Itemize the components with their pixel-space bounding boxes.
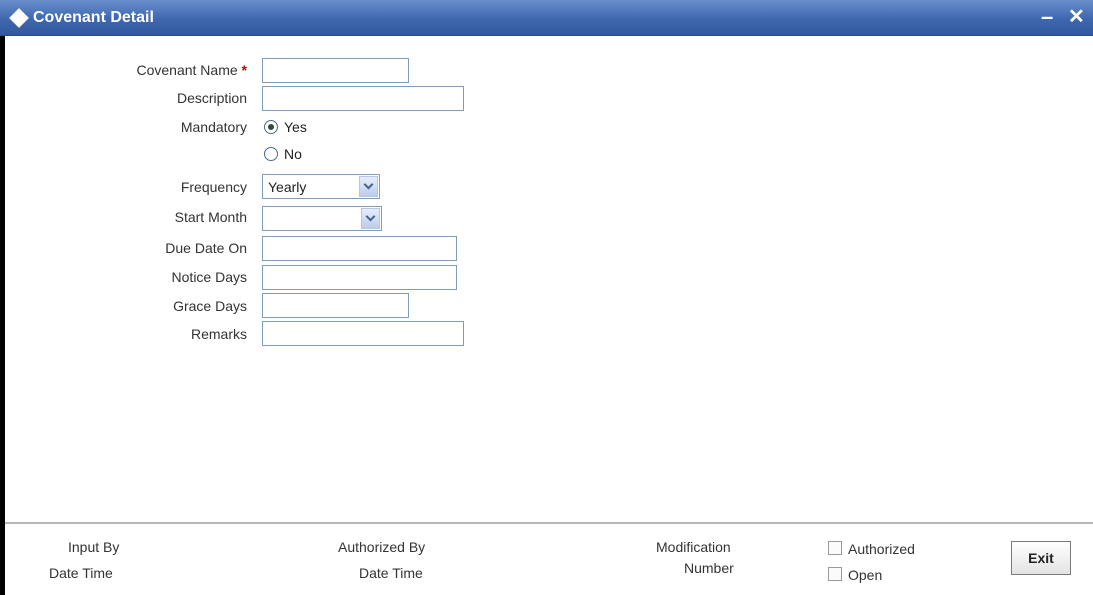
notice-days-input[interactable] [262,265,457,290]
due-date-on-label: Due Date On [165,240,247,256]
frequency-label: Frequency [180,179,247,195]
modification-number-label: Number [684,560,734,576]
mandatory-no-option[interactable]: No [264,144,302,164]
authorized-checkbox-label: Authorized [848,541,915,557]
frequency-select[interactable]: Yearly [262,174,380,199]
date-time-label: Date Time [49,565,113,581]
start-month-label: Start Month [174,209,247,225]
start-month-dropdown-button[interactable] [361,208,380,229]
mandatory-yes-radio[interactable] [264,120,278,134]
open-checkbox[interactable] [828,567,842,581]
open-checkbox-label: Open [848,567,883,583]
required-marker: * [241,62,247,78]
description-input[interactable] [262,86,464,111]
remarks-label: Remarks [190,326,247,342]
start-month-select[interactable] [262,206,382,231]
title-bar[interactable]: Covenant Detail – ✕ [0,0,1093,36]
mandatory-yes-option[interactable]: Yes [264,117,307,137]
notice-days-label: Notice Days [171,269,247,285]
authorized-by-label: Authorized By [338,539,426,555]
authorized-date-time-label: Date Time [359,565,423,581]
mandatory-yes-label: Yes [284,119,307,135]
chevron-down-icon [365,211,376,222]
frequency-dropdown-button[interactable] [359,176,378,197]
window-title: Covenant Detail [33,9,154,26]
grace-days-label: Grace Days [173,298,247,314]
mandatory-no-radio[interactable] [264,147,278,161]
mandatory-label: Mandatory [180,119,247,135]
mandatory-no-label: No [284,146,302,162]
remarks-input[interactable] [262,321,464,346]
due-date-on-input[interactable] [262,236,457,261]
authorized-checkbox[interactable] [828,541,842,555]
modification-label: Modification [656,539,731,555]
input-by-label: Input By [68,539,120,555]
close-button[interactable]: ✕ [1068,5,1085,29]
covenant-name-input[interactable] [262,58,409,83]
frequency-value: Yearly [268,179,307,195]
window-left-border [0,36,5,595]
exit-button[interactable]: Exit [1011,541,1071,575]
description-label: Description [176,90,247,106]
minimize-button[interactable]: – [1041,5,1053,29]
covenant-detail-window: Covenant Detail – ✕ Covenant Name * Desc… [0,0,1093,595]
footer-divider [5,522,1093,524]
covenant-name-label: Covenant Name * [136,62,247,78]
grace-days-input[interactable] [262,293,409,318]
diamond-icon [9,8,29,28]
chevron-down-icon [363,179,374,190]
